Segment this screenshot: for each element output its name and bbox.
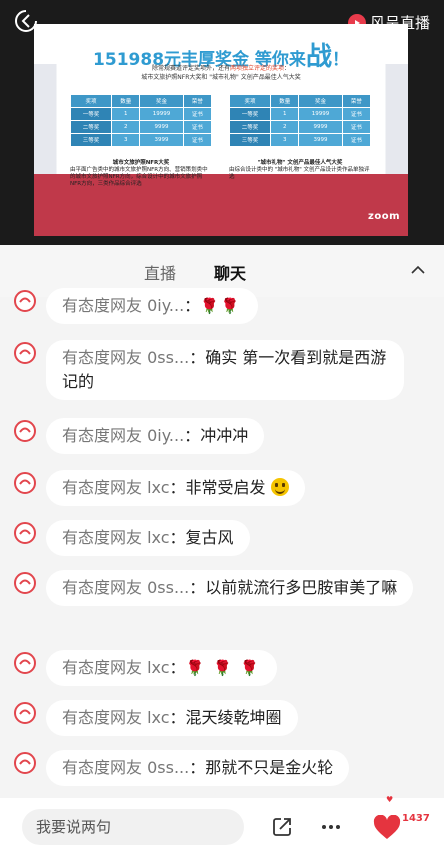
avatar-icon <box>14 702 36 724</box>
avatar-icon <box>14 752 36 774</box>
chat-message: 有态度网友 0iy...：冲冲冲 <box>14 418 265 454</box>
zoom-watermark: zoom <box>368 211 400 222</box>
chat-nickname: 有态度网友 0iy... <box>62 296 185 315</box>
chat-text: 冲冲冲 <box>200 426 249 445</box>
chat-nickname: 有态度网友 lxc <box>62 528 170 547</box>
heart-icon[interactable] <box>373 815 401 841</box>
slide-caption-left: 城市文旅护照NFR大奖 由平面广告类中的城市文旅护照NFR方向、营销策划类中的城… <box>70 160 208 187</box>
slide-caption-right: "城市礼物" 文创产品最佳人气大奖 由综合设计类中的 "城市礼物" 文创产品设计… <box>229 160 370 180</box>
chevron-up-icon[interactable] <box>410 262 426 278</box>
rose-icon: 🌹 🌹 🌹 <box>185 659 262 677</box>
chat-message: 有态度网友 lxc：非常受启发 <box>14 470 305 506</box>
chat-text: 非常受启发 <box>185 478 266 497</box>
live-video-player[interactable]: 风呈直播 151988元丰厚奖金 等你来战！ 除常规赛道评定奖项外，还有两项独立… <box>0 0 444 245</box>
rose-icon: 🌹🌹 <box>200 297 242 315</box>
chat-bubble: 有态度网友 0ss...：那就不只是金火轮 <box>46 750 350 786</box>
chat-message: 有态度网友 lxc：复古风 <box>14 520 250 556</box>
chat-text: 那就不只是金火轮 <box>205 758 334 777</box>
chat-nickname: 有态度网友 lxc <box>62 708 170 727</box>
chat-message: 有态度网友 0iy...：🌹🌹 <box>14 288 258 324</box>
floating-heart-icon: ♥ <box>386 795 394 804</box>
chat-message: 有态度网友 0ss...：确实 第一次看到就是西游记的 <box>14 340 404 400</box>
avatar-icon <box>14 522 36 544</box>
smile-emoji-icon <box>270 478 289 496</box>
chat-bubble: 有态度网友 0ss...：确实 第一次看到就是西游记的 <box>46 340 404 400</box>
chat-bubble: 有态度网友 0iy...：冲冲冲 <box>46 418 265 454</box>
more-icon[interactable] <box>320 816 342 838</box>
chat-bubble: 有态度网友 0iy...：🌹🌹 <box>46 288 258 324</box>
chat-bubble: 有态度网友 lxc：复古风 <box>46 520 250 556</box>
chat-message: 有态度网友 lxc：🌹 🌹 🌹 <box>14 650 278 686</box>
slide-subtitle: 除常规赛道评定奖项外，还有两项独立评定的奖项： 城市文旅护照NFR大奖和 "城市… <box>141 65 301 81</box>
chat-bubble: 有态度网友 lxc：混天绫乾坤圈 <box>46 700 298 736</box>
chat-list[interactable]: 有态度网友 0iy...：🌹🌹 有态度网友 0ss...：确实 第一次看到就是西… <box>0 288 444 798</box>
prize-table-right: 奖项 数量 奖金 荣誉 一等奖 1 19999 证书 二等奖 2 9999 证书 三等奖 3 3999… <box>228 94 372 147</box>
chat-text: 复古风 <box>185 528 234 547</box>
avatar-icon <box>14 652 36 674</box>
chat-nickname: 有态度网友 0ss... <box>62 578 190 597</box>
like-count: 1437 <box>402 813 430 824</box>
avatar-icon <box>14 572 36 594</box>
chat-bubble: 有态度网友 0ss...：以前就流行多巴胺审美了嘛 <box>46 570 414 606</box>
chat-bubble: 有态度网友 lxc：非常受启发 <box>46 470 305 506</box>
prize-table-left: 奖项 数量 奖金 荣誉 一等奖 1 19999 证书 二等奖 2 9999 证书 三等奖 3 3999… <box>69 94 213 147</box>
chat-message: 有态度网友 lxc：混天绫乾坤圈 <box>14 700 298 736</box>
chat-text: 混天绫乾坤圈 <box>185 708 282 727</box>
chat-message: 有态度网友 0ss...：那就不只是金火轮 <box>14 750 350 786</box>
bottom-action-bar: 我要说两句 1437 <box>0 798 444 857</box>
chat-nickname: 有态度网友 0ss... <box>62 758 190 777</box>
chat-bubble: 有态度网友 lxc：🌹 🌹 🌹 <box>46 650 278 686</box>
chat-message: 有态度网友 0ss...：以前就流行多巴胺审美了嘛 <box>14 570 414 606</box>
avatar-icon <box>14 472 36 494</box>
chat-nickname: 有态度网友 lxc <box>62 658 170 677</box>
comment-input[interactable]: 我要说两句 <box>22 809 244 845</box>
chat-nickname: 有态度网友 lxc <box>62 478 170 497</box>
avatar-icon <box>14 420 36 442</box>
tab-live[interactable]: 直播 <box>144 260 176 284</box>
share-icon[interactable] <box>271 816 293 838</box>
avatar-icon <box>14 342 36 364</box>
tab-chat[interactable]: 聊天 <box>214 260 246 284</box>
avatar-icon <box>14 290 36 312</box>
presentation-slide: 151988元丰厚奖金 等你来战！ 除常规赛道评定奖项外，还有两项独立评定的奖项… <box>34 24 408 236</box>
chat-nickname: 有态度网友 0ss... <box>62 348 190 367</box>
chat-text: 以前就流行多巴胺审美了嘛 <box>205 578 398 597</box>
chat-nickname: 有态度网友 0iy... <box>62 426 185 445</box>
